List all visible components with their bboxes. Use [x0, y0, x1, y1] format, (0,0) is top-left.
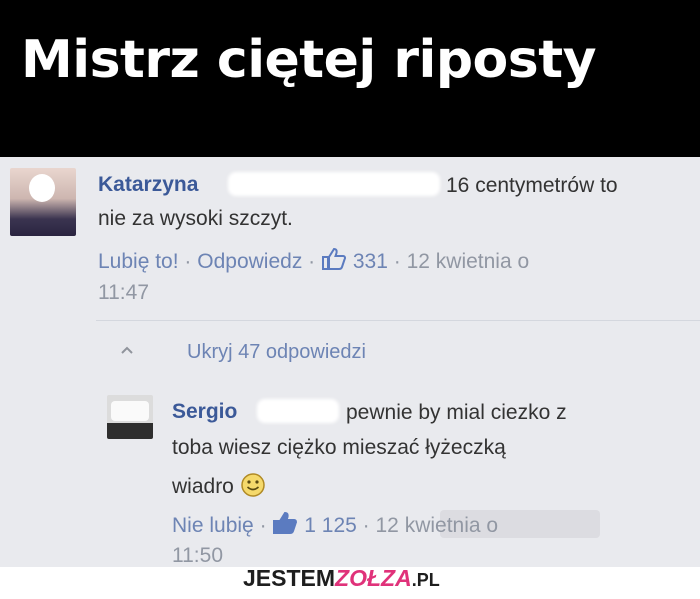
- reply-avatar[interactable]: [107, 395, 153, 439]
- unlike-link[interactable]: Nie lubię: [172, 514, 254, 537]
- like-count[interactable]: 331: [353, 250, 388, 273]
- banner-title: Mistrz ciętej riposty: [21, 30, 596, 90]
- separator: ·: [308, 250, 316, 273]
- comment-time[interactable]: 11:47: [98, 282, 149, 303]
- reply-link[interactable]: Odpowiedz: [197, 250, 302, 273]
- logo-part1: JESTEM: [243, 565, 336, 591]
- reply-text-line1: pewnie by mial ciezko z: [346, 401, 567, 424]
- thumbs-up-icon[interactable]: [272, 511, 298, 539]
- logo-part3: .PL: [411, 570, 440, 590]
- site-logo[interactable]: JESTEMZOŁZA.PL: [243, 565, 440, 592]
- reply-text-line3-wrap: wiadro: [172, 472, 266, 502]
- divider: [96, 320, 700, 321]
- chevron-up-icon[interactable]: [120, 342, 134, 358]
- hide-replies-link[interactable]: Ukryj 47 odpowiedzi: [187, 342, 366, 362]
- comment-text-line1: 16 centymetrów to: [446, 174, 618, 197]
- avatar-image: [111, 401, 149, 421]
- separator: ·: [184, 250, 192, 273]
- like-link[interactable]: Lubię to!: [98, 250, 179, 273]
- reply-author[interactable]: Sergio: [172, 401, 237, 422]
- thumbs-up-icon[interactable]: [321, 247, 347, 275]
- comment-text-line2: nie za wysoki szczyt.: [98, 207, 293, 230]
- reply-actions: Nie lubię · 1 125 · 12 kwietnia o: [172, 511, 498, 539]
- surname-redaction: [228, 172, 440, 196]
- logo-part2: ZOŁZA: [335, 565, 412, 591]
- reply-like-count[interactable]: 1 125: [304, 514, 357, 537]
- separator: ·: [259, 514, 267, 537]
- avatar-blur: [29, 174, 55, 202]
- separator: ·: [362, 514, 370, 537]
- comment-author[interactable]: Katarzyna: [98, 174, 198, 195]
- comment-date[interactable]: 12 kwietnia o: [407, 250, 530, 273]
- separator: ·: [393, 250, 401, 273]
- reply-text-line3: wiadro: [172, 475, 234, 498]
- banner: Mistrz ciętej riposty: [0, 0, 700, 157]
- reply-surname-redaction: [257, 399, 339, 423]
- avatar[interactable]: [10, 168, 76, 236]
- smiley-icon: [240, 472, 266, 502]
- reply-time[interactable]: 11:50: [172, 545, 223, 566]
- reply-date[interactable]: 12 kwietnia o: [376, 514, 499, 537]
- comment-actions: Lubię to! · Odpowiedz · 331 · 12 kwietni…: [98, 247, 529, 275]
- reply-text-line2: toba wiesz ciężko mieszać łyżeczką: [172, 436, 506, 459]
- avatar-shadow: [107, 423, 153, 439]
